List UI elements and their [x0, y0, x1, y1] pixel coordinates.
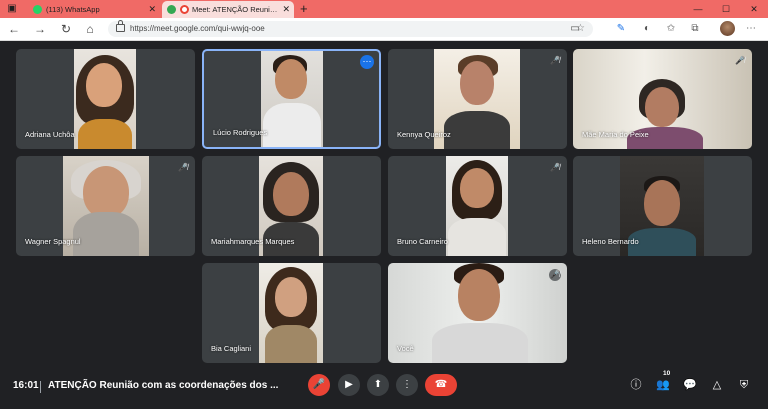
participant-tile[interactable]: 🎤̸ Mãe Maria do Peixe	[573, 49, 752, 149]
camera-toggle-button[interactable]: ▶	[338, 374, 360, 396]
participant-video	[446, 156, 508, 256]
participant-video	[388, 263, 567, 363]
participant-name: Você	[397, 344, 414, 353]
recording-icon	[180, 5, 189, 14]
participant-tile[interactable]: Heleno Bernardo	[573, 156, 752, 256]
refresh-icon[interactable]: ↻	[58, 21, 74, 37]
participant-name: Heleno Bernardo	[582, 237, 639, 246]
more-options-icon[interactable]: ⋯	[360, 55, 374, 69]
close-window-icon[interactable]: ✕	[740, 0, 768, 18]
lock-icon	[116, 20, 125, 32]
meeting-details-icon[interactable]: ⓘ	[628, 377, 644, 393]
participant-tile-active-speaker[interactable]: ⋯ Lúcio Rodrigues	[202, 49, 381, 149]
address-bar[interactable]: https://meet.google.com/qui-wwjq-ooe ☆	[108, 20, 593, 37]
host-controls-icon[interactable]: ⛨	[736, 377, 752, 393]
participant-name: Bia Cagliani	[211, 344, 252, 353]
mic-off-icon: 🎤̸	[178, 163, 188, 172]
mic-off-icon: 🎤̸	[550, 56, 560, 65]
favorites-icon[interactable]: ✩	[664, 22, 678, 36]
screen-cast-icon[interactable]: ▭	[568, 22, 582, 36]
meeting-time: 16:01	[13, 380, 39, 391]
address-toolbar: ← → ↻ ⌂ https://meet.google.com/qui-wwjq…	[0, 18, 768, 41]
meet-icon	[167, 5, 176, 14]
tab-whatsapp[interactable]: (113) WhatsApp ✕	[28, 1, 160, 18]
participant-name: Adriana Uchôa	[25, 130, 75, 139]
divider	[40, 381, 41, 393]
new-tab-icon[interactable]: +	[300, 1, 308, 17]
participant-video	[74, 49, 136, 149]
participant-tile-self[interactable]: 🎤̸ Você	[388, 263, 567, 363]
tab-actions-icon[interactable]: ▣	[6, 3, 18, 15]
participant-name: Lúcio Rodrigues	[213, 128, 268, 137]
participant-tile[interactable]: 🎤̸ Kennya Queiroz	[388, 49, 567, 149]
participant-tile[interactable]: Bia Cagliani	[202, 263, 381, 363]
extension-icon[interactable]: ◐	[640, 22, 654, 36]
participant-name: Wagner Spagnul	[25, 237, 81, 246]
participant-tile[interactable]: Mariahmarques Marques	[202, 156, 381, 256]
participant-count-badge: 10	[663, 370, 671, 377]
meeting-title: ATENÇÃO Reunião com as coordenações dos …	[48, 380, 279, 391]
activities-icon[interactable]: △	[709, 377, 725, 393]
mic-off-icon: 🎤̸	[550, 163, 560, 172]
collections-icon[interactable]: ⧉	[688, 22, 702, 36]
tab-meet[interactable]: Meet: ATENÇÃO Reunião co ✕	[162, 1, 294, 18]
tab-label: Meet: ATENÇÃO Reunião co	[192, 5, 280, 14]
more-options-button[interactable]: ⋮	[396, 374, 418, 396]
home-icon[interactable]: ⌂	[82, 21, 98, 37]
chat-icon[interactable]: 💬	[682, 377, 698, 393]
mic-off-icon: 🎤̸	[549, 269, 561, 281]
present-screen-button[interactable]: ⬆	[367, 374, 389, 396]
participant-name: Mariahmarques Marques	[211, 237, 295, 246]
browser-titlebar: ▣ (113) WhatsApp ✕ Meet: ATENÇÃO Reunião…	[0, 0, 768, 18]
back-icon[interactable]: ←	[6, 21, 22, 37]
minimize-icon[interactable]: —	[684, 0, 712, 18]
end-call-button[interactable]: ☎	[425, 374, 457, 396]
extension-pen-icon[interactable]: ✎	[614, 22, 628, 36]
participant-video	[261, 51, 323, 147]
participant-video	[259, 263, 323, 363]
meeting-controls-bar: 16:01 ATENÇÃO Reunião com as coordenaçõe…	[0, 368, 768, 409]
participant-grid: Adriana Uchôa ⋯ Lúcio Rodrigues 🎤̸ Kenny…	[16, 49, 752, 365]
more-icon[interactable]: ⋯	[744, 22, 758, 36]
close-icon[interactable]: ✕	[282, 1, 290, 18]
participant-name: Kennya Queiroz	[397, 130, 451, 139]
profile-avatar[interactable]	[720, 21, 735, 36]
participant-tile[interactable]: 🎤̸ Bruno Carneiro	[388, 156, 567, 256]
participant-name: Bruno Carneiro	[397, 237, 448, 246]
mic-off-icon: 🎤̸	[735, 56, 745, 65]
url-text[interactable]: https://meet.google.com/qui-wwjq-ooe	[130, 21, 265, 37]
people-icon[interactable]: 👥	[655, 377, 671, 393]
tab-label: (113) WhatsApp	[46, 5, 100, 14]
close-icon[interactable]: ✕	[148, 1, 156, 18]
participant-name: Mãe Maria do Peixe	[582, 130, 649, 139]
maximize-icon[interactable]: ☐	[712, 0, 740, 18]
participant-tile[interactable]: Adriana Uchôa	[16, 49, 195, 149]
participant-tile[interactable]: 🎤̸ Wagner Spagnul	[16, 156, 195, 256]
mic-toggle-button[interactable]: 🎤	[308, 374, 330, 396]
whatsapp-icon	[33, 5, 42, 14]
forward-icon[interactable]: →	[32, 21, 48, 37]
